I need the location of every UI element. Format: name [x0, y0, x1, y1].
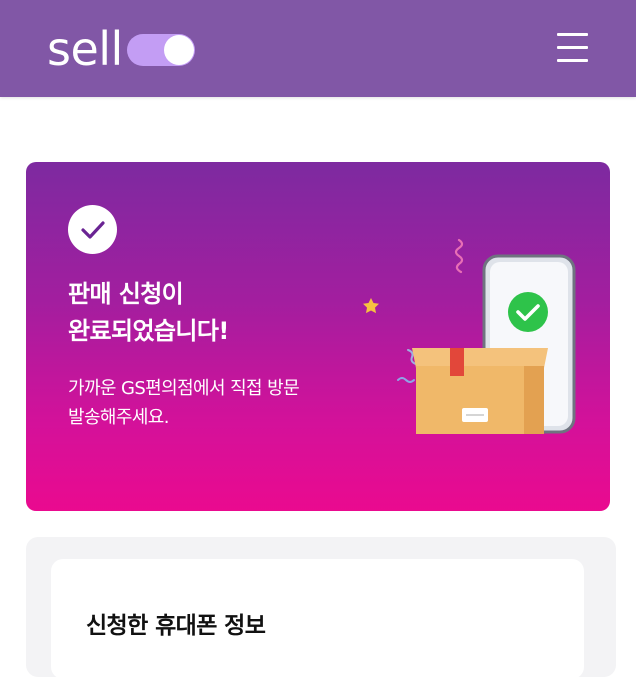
logo-text: sell — [47, 22, 123, 76]
completion-description: 가까운 GS편의점에서 직접 방문 발송해주세요. — [68, 374, 378, 432]
completion-title-line1: 판매 신청이 — [68, 280, 184, 308]
menu-bar-bottom — [557, 59, 588, 62]
phone-info-card: 신청한 휴대폰 정보 — [51, 559, 584, 679]
toggle-switch-icon — [126, 34, 195, 66]
check-badge — [508, 292, 548, 332]
menu-bar-middle — [557, 46, 588, 49]
completion-description-line1: 가까운 GS편의점에서 직접 방문 — [68, 378, 300, 399]
confetti — [397, 377, 415, 383]
completion-title-line2: 완료되었습니다! — [68, 317, 229, 345]
phone-info-title: 신청한 휴대폰 정보 — [86, 613, 266, 639]
package-tape — [450, 348, 464, 376]
completion-title: 판매 신청이 완료되었습니다! — [68, 276, 368, 350]
package-top — [412, 348, 548, 368]
menu-bar-top — [557, 33, 588, 36]
completion-banner: 판매 신청이 완료되었습니다! 가까운 GS편의점에서 직접 방문 발송해주세요… — [26, 162, 610, 511]
app-header: sell — [0, 0, 636, 97]
package-side — [524, 366, 544, 434]
hamburger-menu-icon[interactable] — [557, 33, 589, 63]
logo[interactable]: sell — [47, 26, 195, 72]
checkmark-circle-icon — [68, 205, 117, 254]
star-icon — [363, 298, 379, 314]
completion-description-line2: 발송해주세요. — [68, 407, 169, 428]
phone-and-package-illustration — [363, 238, 576, 434]
confetti — [454, 238, 464, 274]
toggle-knob — [163, 35, 194, 65]
